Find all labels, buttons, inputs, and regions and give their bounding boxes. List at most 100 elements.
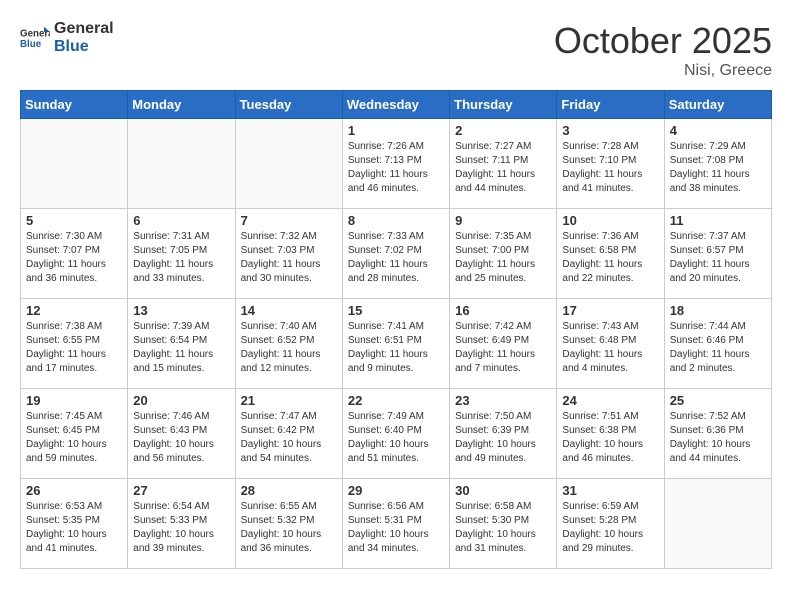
day-info: Sunrise: 7:39 AM Sunset: 6:54 PM Dayligh… (133, 320, 229, 376)
calendar-cell (664, 479, 771, 569)
calendar-cell: 15 Sunrise: 7:41 AM Sunset: 6:51 PM Dayli… (342, 299, 449, 389)
day-info: Sunrise: 7:41 AM Sunset: 6:51 PM Dayligh… (348, 320, 444, 376)
day-number: 20 (133, 393, 229, 408)
day-info: Sunrise: 6:58 AM Sunset: 5:30 PM Dayligh… (455, 500, 551, 556)
day-info: Sunrise: 6:55 AM Sunset: 5:32 PM Dayligh… (241, 500, 337, 556)
calendar-cell: 1Sunrise: 7:26 AM Sunset: 7:13 PM Daylig… (342, 119, 449, 209)
day-info: Sunrise: 7:49 AM Sunset: 6:40 PM Dayligh… (348, 410, 444, 466)
day-number: 19 (26, 393, 122, 408)
day-info: Sunrise: 7:45 AM Sunset: 6:45 PM Dayligh… (26, 410, 122, 466)
day-number: 1 (348, 123, 444, 138)
day-number: 24 (562, 393, 658, 408)
day-number: 8 (348, 213, 444, 228)
calendar-cell: 20 Sunrise: 7:46 AM Sunset: 6:43 PM Dayli… (128, 389, 235, 479)
calendar-cell: 13 Sunrise: 7:39 AM Sunset: 6:54 PM Dayli… (128, 299, 235, 389)
weekday-header-monday: Monday (128, 91, 235, 119)
day-info: Sunrise: 7:30 AM Sunset: 7:07 PM Dayligh… (26, 230, 122, 286)
day-number: 22 (348, 393, 444, 408)
calendar-cell: 18Sunrise: 7:44 AM Sunset: 6:46 PM Dayli… (664, 299, 771, 389)
day-number: 30 (455, 483, 551, 498)
location-label: Nisi, Greece (554, 62, 772, 80)
day-number: 2 (455, 123, 551, 138)
page-header: General Blue General Blue October 2025 N… (20, 20, 772, 80)
day-info: Sunrise: 7:46 AM Sunset: 6:43 PM Dayligh… (133, 410, 229, 466)
calendar-cell: 12Sunrise: 7:38 AM Sunset: 6:55 PM Dayli… (21, 299, 128, 389)
day-info: Sunrise: 7:36 AM Sunset: 6:58 PM Dayligh… (562, 230, 658, 286)
calendar-cell: 5 Sunrise: 7:30 AM Sunset: 7:07 PM Daylig… (21, 209, 128, 299)
day-info: Sunrise: 7:35 AM Sunset: 7:00 PM Dayligh… (455, 230, 551, 286)
calendar-cell: 10 Sunrise: 7:36 AM Sunset: 6:58 PM Dayli… (557, 209, 664, 299)
day-number: 13 (133, 303, 229, 318)
day-info: Sunrise: 6:56 AM Sunset: 5:31 PM Dayligh… (348, 500, 444, 556)
calendar-cell: 2 Sunrise: 7:27 AM Sunset: 7:11 PM Daylig… (450, 119, 557, 209)
day-info: Sunrise: 7:50 AM Sunset: 6:39 PM Dayligh… (455, 410, 551, 466)
calendar-cell: 17Sunrise: 7:43 AM Sunset: 6:48 PM Dayli… (557, 299, 664, 389)
calendar-cell: 29 Sunrise: 6:56 AM Sunset: 5:31 PM Dayli… (342, 479, 449, 569)
calendar-cell: 16 Sunrise: 7:42 AM Sunset: 6:49 PM Dayli… (450, 299, 557, 389)
day-info: Sunrise: 6:53 AM Sunset: 5:35 PM Dayligh… (26, 500, 122, 556)
day-info: Sunrise: 7:28 AM Sunset: 7:10 PM Dayligh… (562, 140, 658, 196)
day-number: 7 (241, 213, 337, 228)
day-info: Sunrise: 7:47 AM Sunset: 6:42 PM Dayligh… (241, 410, 337, 466)
calendar-cell: 27 Sunrise: 6:54 AM Sunset: 5:33 PM Dayli… (128, 479, 235, 569)
calendar-cell: 22 Sunrise: 7:49 AM Sunset: 6:40 PM Dayli… (342, 389, 449, 479)
calendar-cell: 7 Sunrise: 7:32 AM Sunset: 7:03 PM Daylig… (235, 209, 342, 299)
day-number: 3 (562, 123, 658, 138)
day-number: 9 (455, 213, 551, 228)
day-info: Sunrise: 7:51 AM Sunset: 6:38 PM Dayligh… (562, 410, 658, 466)
day-number: 28 (241, 483, 337, 498)
day-number: 21 (241, 393, 337, 408)
calendar-cell: 6 Sunrise: 7:31 AM Sunset: 7:05 PM Daylig… (128, 209, 235, 299)
day-info: Sunrise: 7:52 AM Sunset: 6:36 PM Dayligh… (670, 410, 766, 466)
day-number: 12 (26, 303, 122, 318)
day-info: Sunrise: 7:27 AM Sunset: 7:11 PM Dayligh… (455, 140, 551, 196)
logo-blue: Blue (54, 38, 114, 56)
weekday-header-saturday: Saturday (664, 91, 771, 119)
logo-icon: General Blue (20, 23, 50, 53)
calendar-table: SundayMondayTuesdayWednesdayThursdayFrid… (20, 90, 772, 569)
weekday-header-thursday: Thursday (450, 91, 557, 119)
day-info: Sunrise: 7:32 AM Sunset: 7:03 PM Dayligh… (241, 230, 337, 286)
logo-general: General (54, 20, 114, 38)
svg-text:Blue: Blue (20, 39, 42, 50)
day-info: Sunrise: 7:42 AM Sunset: 6:49 PM Dayligh… (455, 320, 551, 376)
calendar-cell: 25 Sunrise: 7:52 AM Sunset: 6:36 PM Dayli… (664, 389, 771, 479)
day-info: Sunrise: 7:40 AM Sunset: 6:52 PM Dayligh… (241, 320, 337, 376)
weekday-header-wednesday: Wednesday (342, 91, 449, 119)
day-number: 31 (562, 483, 658, 498)
calendar-cell: 11 Sunrise: 7:37 AM Sunset: 6:57 PM Dayli… (664, 209, 771, 299)
day-number: 18 (670, 303, 766, 318)
day-info: Sunrise: 7:29 AM Sunset: 7:08 PM Dayligh… (670, 140, 766, 196)
weekday-header-tuesday: Tuesday (235, 91, 342, 119)
day-info: Sunrise: 7:37 AM Sunset: 6:57 PM Dayligh… (670, 230, 766, 286)
day-number: 11 (670, 213, 766, 228)
calendar-cell: 19 Sunrise: 7:45 AM Sunset: 6:45 PM Dayli… (21, 389, 128, 479)
day-info: Sunrise: 7:33 AM Sunset: 7:02 PM Dayligh… (348, 230, 444, 286)
calendar-cell: 14 Sunrise: 7:40 AM Sunset: 6:52 PM Dayli… (235, 299, 342, 389)
day-number: 16 (455, 303, 551, 318)
calendar-cell: 31 Sunrise: 6:59 AM Sunset: 5:28 PM Dayli… (557, 479, 664, 569)
calendar-cell (21, 119, 128, 209)
day-number: 10 (562, 213, 658, 228)
day-number: 29 (348, 483, 444, 498)
day-info: Sunrise: 6:59 AM Sunset: 5:28 PM Dayligh… (562, 500, 658, 556)
day-number: 4 (670, 123, 766, 138)
calendar-cell: 24 Sunrise: 7:51 AM Sunset: 6:38 PM Dayli… (557, 389, 664, 479)
calendar-cell (128, 119, 235, 209)
day-number: 26 (26, 483, 122, 498)
day-number: 15 (348, 303, 444, 318)
day-info: Sunrise: 7:43 AM Sunset: 6:48 PM Dayligh… (562, 320, 658, 376)
calendar-cell: 8 Sunrise: 7:33 AM Sunset: 7:02 PM Daylig… (342, 209, 449, 299)
calendar-cell: 3 Sunrise: 7:28 AM Sunset: 7:10 PM Daylig… (557, 119, 664, 209)
day-number: 27 (133, 483, 229, 498)
day-info: Sunrise: 6:54 AM Sunset: 5:33 PM Dayligh… (133, 500, 229, 556)
day-info: Sunrise: 7:31 AM Sunset: 7:05 PM Dayligh… (133, 230, 229, 286)
weekday-header-sunday: Sunday (21, 91, 128, 119)
day-number: 25 (670, 393, 766, 408)
day-number: 14 (241, 303, 337, 318)
day-number: 5 (26, 213, 122, 228)
weekday-header-friday: Friday (557, 91, 664, 119)
calendar-cell: 9 Sunrise: 7:35 AM Sunset: 7:00 PM Daylig… (450, 209, 557, 299)
calendar-cell: 26 Sunrise: 6:53 AM Sunset: 5:35 PM Dayli… (21, 479, 128, 569)
day-number: 6 (133, 213, 229, 228)
